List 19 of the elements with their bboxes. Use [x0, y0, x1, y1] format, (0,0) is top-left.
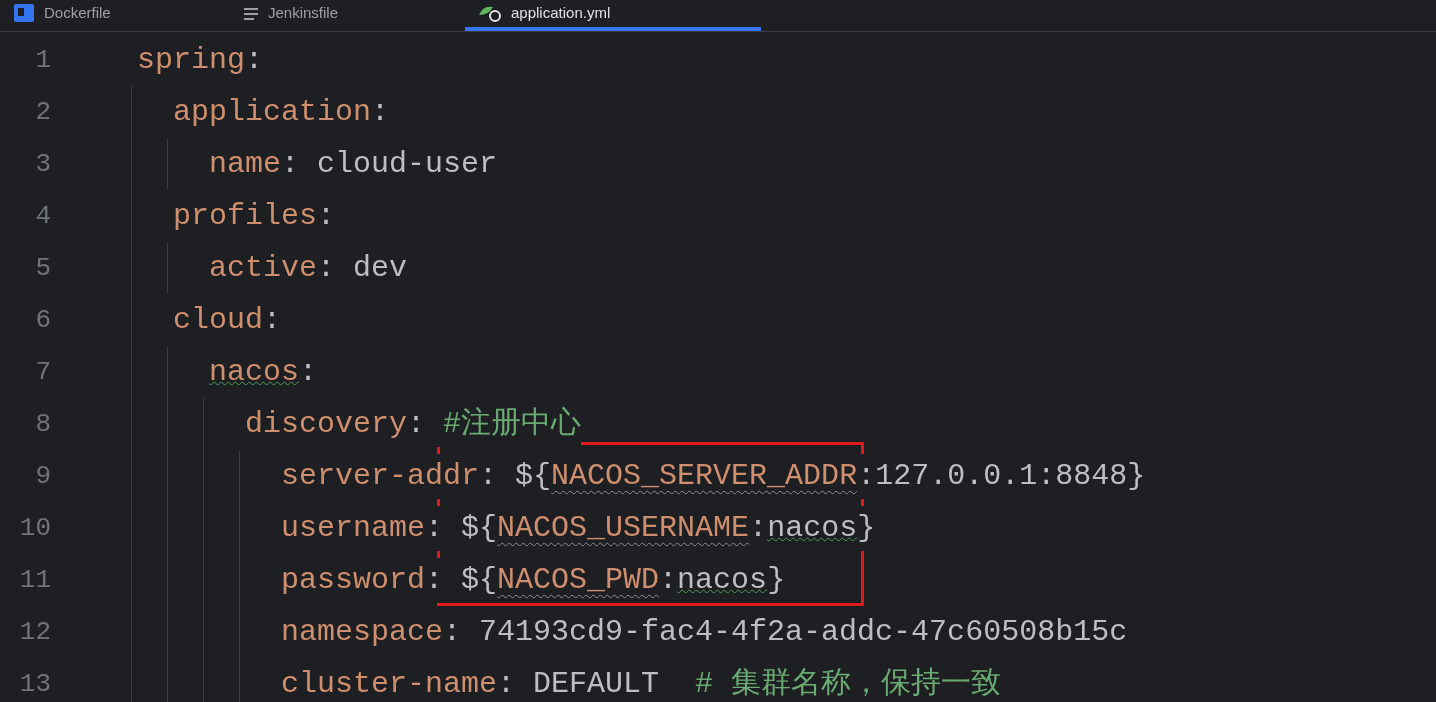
code-token: server-addr	[281, 453, 480, 499]
line-number: 7	[34, 355, 51, 389]
line-number: 1	[34, 43, 51, 77]
line-number: 5	[34, 251, 51, 285]
lines-icon	[242, 5, 260, 21]
line-number: 9	[34, 459, 51, 493]
line-number: 10	[18, 511, 51, 545]
line-number: 13	[18, 667, 51, 701]
line-number: 4	[34, 199, 51, 233]
line-number: 8	[34, 407, 51, 441]
editor-tab[interactable]: Dockerfile	[0, 0, 230, 31]
file-icon	[12, 3, 36, 23]
line-number: 12	[18, 615, 51, 649]
line-number: 3	[34, 147, 51, 181]
line-number: 6	[34, 303, 51, 337]
line-number: 11	[18, 563, 51, 597]
line-number: 2	[34, 95, 51, 129]
editor-tab[interactable]: application.yml	[465, 0, 761, 31]
editor-tab[interactable]: Jenkinsfile	[230, 0, 465, 31]
